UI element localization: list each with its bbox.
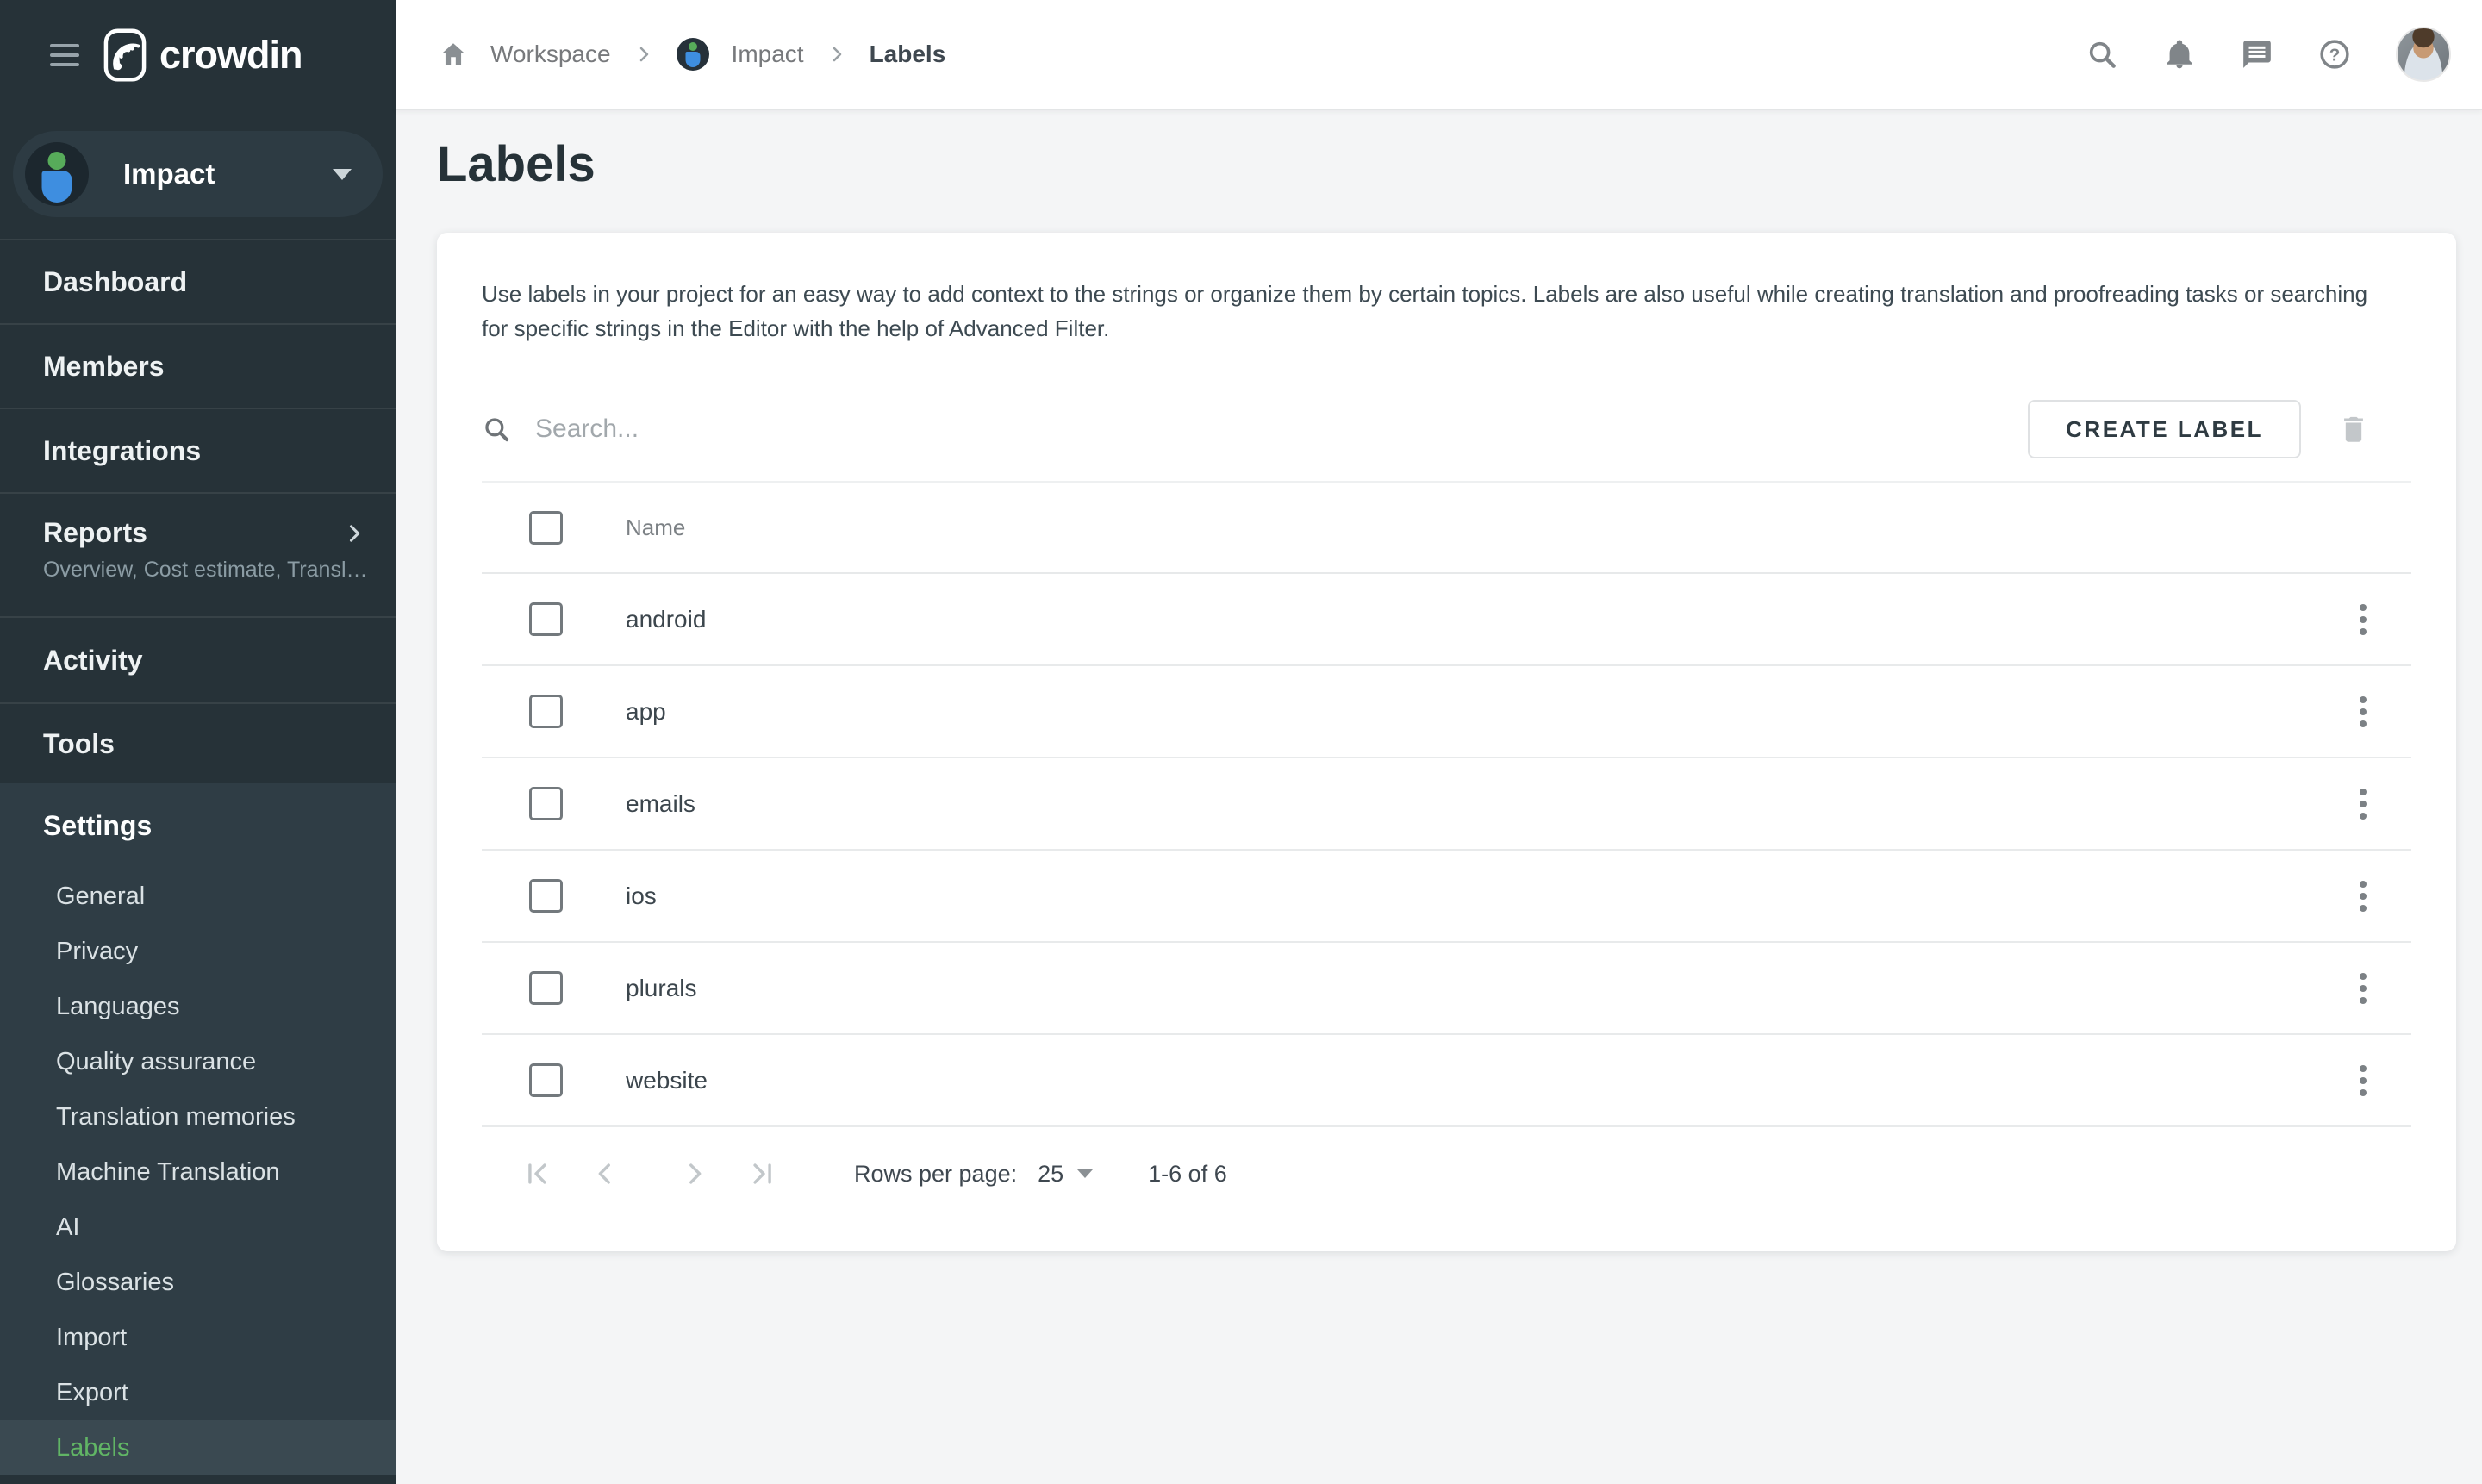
breadcrumb-workspace[interactable]: Workspace xyxy=(490,41,611,68)
menu-icon[interactable] xyxy=(50,44,79,66)
last-page-icon[interactable] xyxy=(749,1159,778,1188)
label-name: app xyxy=(626,698,2354,726)
sidebar-item-members[interactable]: Members xyxy=(0,325,396,409)
row-menu-icon[interactable] xyxy=(2354,968,2372,1009)
reports-subtitle: Overview, Cost estimate, Transl… xyxy=(43,558,371,583)
table-row: emails xyxy=(482,758,2411,851)
topbar-actions: ? xyxy=(2086,27,2451,82)
sidebar-item-general[interactable]: General xyxy=(0,869,396,924)
search-icon xyxy=(482,415,511,444)
breadcrumb: Workspace Impact Labels xyxy=(439,38,945,71)
sidebar-item-integrations[interactable]: Integrations xyxy=(0,409,396,494)
label-name: android xyxy=(626,606,2354,633)
sidebar-item-privacy[interactable]: Privacy xyxy=(0,924,396,979)
table-row: app xyxy=(482,666,2411,758)
label-name: website xyxy=(626,1067,2354,1094)
sidebar-item-export[interactable]: Export xyxy=(0,1365,396,1420)
home-icon[interactable] xyxy=(439,40,468,69)
sidebar: crowdin Impact Dashboard Members Integra… xyxy=(0,0,396,1484)
notifications-bell-icon[interactable] xyxy=(2163,38,2196,71)
labels-table: Name android app emails xyxy=(482,481,2411,1220)
breadcrumb-project[interactable]: Impact xyxy=(732,41,804,68)
chevron-down-icon xyxy=(333,169,352,180)
table-header: Name xyxy=(482,481,2411,574)
sidebar-item-translation-memories[interactable]: Translation memories xyxy=(0,1089,396,1144)
crowdin-logo-text: crowdin xyxy=(159,33,302,78)
rows-per-page-value: 25 xyxy=(1038,1161,1063,1188)
project-name: Impact xyxy=(123,158,333,190)
project-avatar-icon xyxy=(25,142,89,206)
pagination: Rows per page: 25 1-6 of 6 xyxy=(482,1127,2411,1220)
sidebar-item-labels[interactable]: Labels xyxy=(0,1420,396,1475)
next-page-icon[interactable] xyxy=(680,1159,709,1188)
search-icon[interactable] xyxy=(2086,38,2118,71)
main-content: Labels Use labels in your project for an… xyxy=(396,110,2482,1484)
delete-trash-icon[interactable] xyxy=(2337,412,2370,446)
sidebar-item-quality-assurance[interactable]: Quality assurance xyxy=(0,1034,396,1089)
sidebar-item-machine-translation[interactable]: Machine Translation xyxy=(0,1144,396,1200)
search-input[interactable] xyxy=(533,414,1313,445)
sidebar-settings-section: Settings General Privacy Languages Quali… xyxy=(0,783,396,1475)
help-icon[interactable]: ? xyxy=(2318,38,2351,71)
search-field xyxy=(482,414,2028,445)
row-checkbox[interactable] xyxy=(529,1063,563,1097)
messages-chat-icon[interactable] xyxy=(2241,38,2273,71)
row-menu-icon[interactable] xyxy=(2354,691,2372,733)
row-checkbox[interactable] xyxy=(529,602,563,636)
label-name: emails xyxy=(626,790,2354,818)
first-page-icon[interactable] xyxy=(521,1159,551,1188)
sidebar-item-activity[interactable]: Activity xyxy=(0,618,396,704)
chevron-right-icon xyxy=(826,44,847,65)
sidebar-item-glossaries[interactable]: Glossaries xyxy=(0,1255,396,1310)
previous-page-icon[interactable] xyxy=(590,1159,620,1188)
topbar: Workspace Impact Labels xyxy=(396,0,2482,110)
sidebar-item-reports[interactable]: Reports Overview, Cost estimate, Transl… xyxy=(0,494,396,618)
breadcrumb-project-icon xyxy=(677,38,709,71)
sidebar-header: crowdin xyxy=(0,0,396,110)
sidebar-item-settings[interactable]: Settings xyxy=(0,783,396,869)
table-row: android xyxy=(482,574,2411,666)
pagination-range: 1-6 of 6 xyxy=(1148,1161,1227,1188)
labels-toolbar: CREATE LABEL xyxy=(482,400,2411,458)
label-name: plurals xyxy=(626,975,2354,1002)
label-name: ios xyxy=(626,882,2354,910)
labels-card: Use labels in your project for an easy w… xyxy=(437,233,2456,1251)
project-selector[interactable]: Impact xyxy=(13,131,383,217)
table-row: plurals xyxy=(482,943,2411,1035)
create-label-button[interactable]: CREATE LABEL xyxy=(2028,400,2301,458)
sidebar-item-tools[interactable]: Tools xyxy=(0,704,396,783)
crowdin-logo-icon xyxy=(103,28,147,82)
table-row: ios xyxy=(482,851,2411,943)
sidebar-nav: Dashboard Members Integrations Reports O… xyxy=(0,239,396,783)
row-checkbox[interactable] xyxy=(529,695,563,728)
user-avatar[interactable] xyxy=(2396,27,2451,82)
chevron-right-icon xyxy=(342,521,366,546)
row-menu-icon[interactable] xyxy=(2354,599,2372,640)
sidebar-item-dashboard[interactable]: Dashboard xyxy=(0,240,396,325)
rows-per-page-label: Rows per page: xyxy=(854,1161,1017,1188)
sidebar-item-languages[interactable]: Languages xyxy=(0,979,396,1034)
sidebar-item-import[interactable]: Import xyxy=(0,1310,396,1365)
select-all-checkbox[interactable] xyxy=(529,511,563,545)
chevron-right-icon xyxy=(633,44,654,65)
row-menu-icon[interactable] xyxy=(2354,783,2372,825)
table-row: website xyxy=(482,1035,2411,1127)
svg-text:?: ? xyxy=(2329,45,2341,65)
rows-per-page-select[interactable]: 25 xyxy=(1038,1161,1093,1188)
row-menu-icon[interactable] xyxy=(2354,876,2372,917)
dropdown-caret-icon xyxy=(1077,1169,1093,1178)
row-checkbox[interactable] xyxy=(529,971,563,1005)
row-checkbox[interactable] xyxy=(529,879,563,913)
row-checkbox[interactable] xyxy=(529,787,563,820)
breadcrumb-page: Labels xyxy=(870,41,946,68)
name-column-header: Name xyxy=(626,514,685,541)
sidebar-item-ai[interactable]: AI xyxy=(0,1200,396,1255)
row-menu-icon[interactable] xyxy=(2354,1060,2372,1101)
labels-description: Use labels in your project for an easy w… xyxy=(482,233,2378,346)
crowdin-logo[interactable]: crowdin xyxy=(103,28,302,82)
page-title: Labels xyxy=(437,136,2482,193)
